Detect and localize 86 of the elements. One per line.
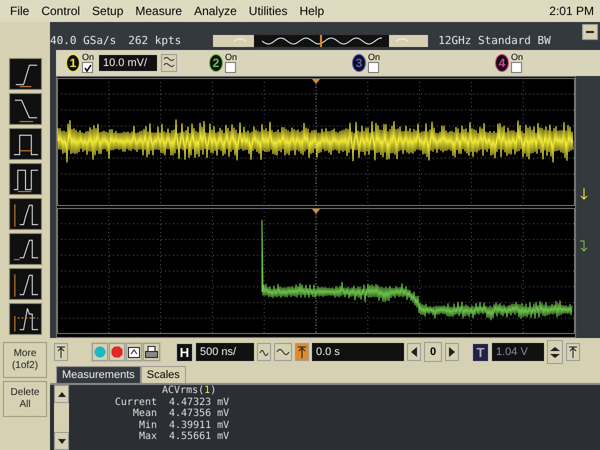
memory-depth: 262 kpts xyxy=(128,34,182,47)
sample-rate: 40.0 GSa/s xyxy=(50,34,116,47)
measurement-value: 4.55661 mV xyxy=(168,431,230,442)
scroll-up-icon xyxy=(56,390,66,398)
clock: 2:01 PM xyxy=(549,4,595,18)
falling-edge-button[interactable] xyxy=(8,93,42,125)
on-checkbox[interactable] xyxy=(511,62,522,73)
scroll-up-button[interactable] xyxy=(54,385,69,403)
tab[interactable]: Measurements xyxy=(56,366,141,383)
arrow-left-button[interactable] xyxy=(407,343,421,361)
up-down-button[interactable] xyxy=(547,340,563,364)
reference-position: 0 xyxy=(424,342,442,362)
check-icon xyxy=(84,64,92,72)
channel-badge[interactable]: 2 xyxy=(209,54,223,72)
scroll-down-button[interactable] xyxy=(54,432,69,450)
menu-item[interactable]: Measure xyxy=(129,4,188,18)
period-button[interactable] xyxy=(8,163,42,195)
horizontal-label: H xyxy=(176,342,193,362)
arrow-right-icon xyxy=(447,346,457,358)
channel-marker-icon xyxy=(579,240,589,252)
tab[interactable]: Scales xyxy=(140,366,186,383)
amplitude-button[interactable] xyxy=(8,198,42,230)
trigger-level-field: 1.04 V xyxy=(492,343,544,361)
wave-icon xyxy=(163,55,176,69)
printer-icon xyxy=(145,346,158,358)
rising-edge-button[interactable] xyxy=(8,58,42,90)
arrow-up-button[interactable] xyxy=(54,343,68,361)
on-checkbox[interactable] xyxy=(82,62,93,73)
screenshot-button[interactable] xyxy=(126,343,142,361)
trigger-marker-icon xyxy=(312,79,320,84)
time-scale-field[interactable]: 500 ns/ xyxy=(196,343,254,361)
overshoot-button[interactable] xyxy=(8,303,42,335)
measurement-name: Mean xyxy=(132,408,157,420)
channel-badge[interactable]: 3 xyxy=(352,54,366,72)
waveform-overview[interactable] xyxy=(213,35,428,47)
menu-item[interactable]: Control xyxy=(35,4,86,18)
delay-marker-icon xyxy=(297,346,307,358)
channel-badge[interactable]: 1 xyxy=(66,54,80,72)
measurement-value: 4.39911 mV xyxy=(168,420,230,431)
wave-button[interactable] xyxy=(274,343,292,361)
scroll-down-icon xyxy=(56,438,66,444)
on-label: On xyxy=(225,53,238,62)
top-level-button[interactable] xyxy=(8,268,42,300)
trigger-marker-icon xyxy=(312,209,320,214)
on-label: On xyxy=(368,53,380,62)
printer-button[interactable] xyxy=(143,343,160,361)
arrow-up-icon xyxy=(568,346,578,358)
measurement-name: Max xyxy=(138,431,157,442)
measurement-value: 4.47323 mV xyxy=(168,396,230,408)
more-button[interactable]: More (1of2) xyxy=(3,342,47,378)
vertical-scale-field[interactable]: 10.0 mV/ xyxy=(99,55,158,71)
channel-badge[interactable]: 4 xyxy=(495,54,509,72)
bandwidth-label: 12GHz Standard BW xyxy=(438,34,551,47)
pulse-width-button[interactable] xyxy=(8,128,42,160)
arrow-up-icon xyxy=(56,346,66,358)
on-checkbox[interactable] xyxy=(368,62,379,73)
on-label: On xyxy=(511,53,524,62)
trigger-label: T xyxy=(472,342,489,362)
measurement-name: Current xyxy=(114,396,157,408)
minimize-button[interactable] xyxy=(582,24,598,40)
measurement-title: ACVrms(1) xyxy=(161,385,218,396)
coupling-button[interactable] xyxy=(161,54,178,72)
base-level-button[interactable] xyxy=(8,233,42,265)
on-label: On xyxy=(82,53,94,62)
menu-item[interactable]: Analyze xyxy=(188,4,243,18)
arrow-up-button[interactable] xyxy=(566,343,580,361)
up-down-icon xyxy=(549,346,561,358)
delete-all-button[interactable]: Delete All xyxy=(3,381,47,417)
wave-icon xyxy=(276,346,290,358)
fine-wave-button[interactable] xyxy=(257,343,271,361)
delay-field[interactable]: 0.0 s xyxy=(312,343,404,361)
menu-item[interactable]: Help xyxy=(293,4,330,18)
menu-item[interactable]: Utilities xyxy=(242,4,294,18)
minimize-icon xyxy=(586,30,594,34)
menu-item[interactable]: Setup xyxy=(86,4,130,18)
measurement-name: Min xyxy=(138,420,157,431)
arrow-left-icon xyxy=(409,346,419,358)
delay-marker-button[interactable] xyxy=(295,343,309,361)
stop-icon xyxy=(111,346,123,358)
arrow-right-button[interactable] xyxy=(445,343,459,361)
menu-item[interactable]: File xyxy=(4,4,36,18)
screenshot-icon xyxy=(128,346,140,358)
channel-marker-icon xyxy=(580,188,588,200)
measurement-value: 4.47356 mV xyxy=(168,408,230,420)
on-checkbox[interactable] xyxy=(225,62,236,73)
run-icon xyxy=(94,346,106,358)
